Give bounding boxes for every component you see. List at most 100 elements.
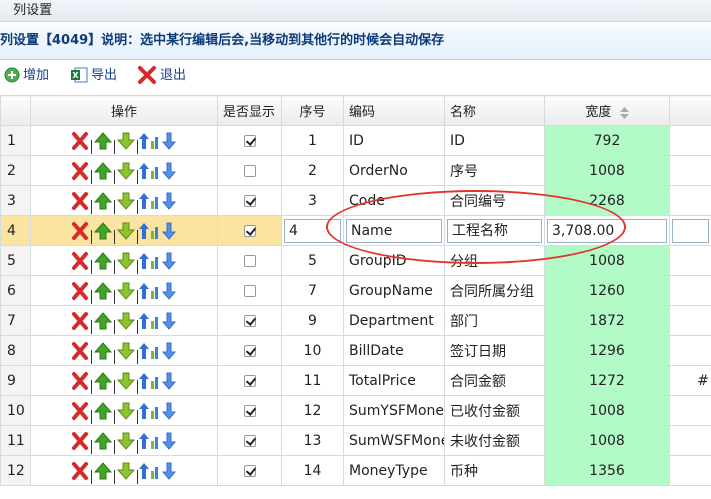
table-row[interactable]: 10 12 SumYSFMoney 已收付金额 1008 [0, 395, 711, 426]
move-down-icon[interactable] [116, 311, 136, 331]
width-cell[interactable]: 792 [544, 125, 670, 156]
table-row[interactable]: 4 4 Name 工程名称 3,708.00 [0, 215, 711, 246]
name-cell[interactable]: 工程名称 [444, 215, 545, 246]
exit-button[interactable]: 退出 [137, 62, 186, 90]
move-bottom-icon[interactable] [161, 401, 179, 421]
move-bottom-icon[interactable] [161, 311, 179, 331]
delete-icon[interactable] [70, 191, 90, 211]
header-seq[interactable]: 序号 [281, 95, 344, 126]
move-down-icon[interactable] [116, 251, 136, 271]
move-top-icon[interactable] [138, 311, 161, 331]
move-top-icon[interactable] [138, 431, 161, 451]
move-top-icon[interactable] [138, 161, 161, 181]
visible-cell[interactable] [217, 425, 282, 456]
name-cell[interactable]: 合同所属分组 [444, 275, 545, 306]
table-row[interactable]: 1 1 ID ID 792 [0, 125, 711, 156]
table-row[interactable]: 12 14 MoneyType 币种 1356 [0, 455, 711, 486]
move-up-icon[interactable] [93, 371, 113, 391]
visible-cell[interactable] [217, 305, 282, 336]
move-top-icon[interactable] [138, 251, 161, 271]
width-cell[interactable]: 1008 [544, 395, 670, 426]
name-cell[interactable]: 部门 [444, 305, 545, 336]
visible-checkbox[interactable] [243, 464, 256, 477]
move-top-icon[interactable] [138, 401, 161, 421]
name-cell[interactable]: 序号 [444, 155, 545, 186]
visible-cell[interactable] [217, 395, 282, 426]
move-up-icon[interactable] [93, 431, 113, 451]
header-visible[interactable]: 是否显示 [217, 95, 282, 126]
move-bottom-icon[interactable] [161, 251, 179, 271]
visible-checkbox[interactable] [243, 374, 256, 387]
move-bottom-icon[interactable] [161, 191, 179, 211]
name-cell[interactable]: 合同金额 [444, 365, 545, 396]
code-cell[interactable]: SumWSFMoney [343, 425, 445, 456]
move-top-icon[interactable] [138, 131, 161, 151]
visible-cell[interactable] [217, 275, 282, 306]
move-down-icon[interactable] [116, 431, 136, 451]
delete-icon[interactable] [70, 461, 90, 481]
table-row[interactable]: 3 3 Code 合同编号 2268 [0, 185, 711, 216]
move-top-icon[interactable] [138, 281, 161, 301]
visible-checkbox[interactable] [243, 344, 256, 357]
width-cell[interactable]: 1356 [544, 455, 670, 486]
name-input[interactable]: 工程名称 [447, 218, 542, 243]
width-cell[interactable]: 1272 [544, 365, 670, 396]
table-row[interactable]: 2 2 OrderNo 序号 1008 [0, 155, 711, 186]
seq-cell[interactable]: 13 [281, 425, 344, 456]
visible-checkbox[interactable] [243, 164, 256, 177]
move-down-icon[interactable] [116, 341, 136, 361]
code-cell[interactable]: MoneyType [343, 455, 445, 486]
code-cell[interactable]: ID [343, 125, 445, 156]
seq-cell[interactable]: 2 [281, 155, 344, 186]
move-down-icon[interactable] [116, 221, 136, 241]
move-bottom-icon[interactable] [161, 431, 179, 451]
move-down-icon[interactable] [116, 371, 136, 391]
visible-cell[interactable] [217, 245, 282, 276]
code-input[interactable]: Name [346, 218, 442, 243]
move-up-icon[interactable] [93, 191, 113, 211]
move-bottom-icon[interactable] [161, 221, 179, 241]
visible-cell[interactable] [217, 185, 282, 216]
move-up-icon[interactable] [93, 251, 113, 271]
move-top-icon[interactable] [138, 371, 161, 391]
seq-cell[interactable]: 7 [281, 275, 344, 306]
move-down-icon[interactable] [116, 161, 136, 181]
width-cell[interactable]: 1008 [544, 155, 670, 186]
name-cell[interactable]: 合同编号 [444, 185, 545, 216]
seq-cell[interactable]: 4 [281, 215, 344, 246]
move-top-icon[interactable] [138, 191, 161, 211]
move-top-icon[interactable] [138, 461, 161, 481]
seq-cell[interactable]: 3 [281, 185, 344, 216]
visible-checkbox[interactable] [243, 314, 256, 327]
name-cell[interactable]: ID [444, 125, 545, 156]
code-cell[interactable]: Code [343, 185, 445, 216]
visible-checkbox[interactable] [243, 134, 256, 147]
delete-icon[interactable] [70, 281, 90, 301]
move-down-icon[interactable] [116, 401, 136, 421]
delete-icon[interactable] [70, 341, 90, 361]
seq-cell[interactable]: 14 [281, 455, 344, 486]
add-button[interactable]: 增加 [4, 62, 49, 90]
delete-icon[interactable] [70, 161, 90, 181]
move-top-icon[interactable] [138, 221, 161, 241]
table-row[interactable]: 5 5 GroupID 分组 1008 [0, 245, 711, 276]
move-bottom-icon[interactable] [161, 371, 179, 391]
move-up-icon[interactable] [93, 401, 113, 421]
header-code[interactable]: 编码 [343, 95, 445, 126]
move-down-icon[interactable] [116, 191, 136, 211]
visible-cell[interactable] [217, 455, 282, 486]
name-cell[interactable]: 已收付金额 [444, 395, 545, 426]
table-row[interactable]: 11 13SumWSFMoney未收付金额1008 [0, 425, 711, 456]
header-width[interactable]: 宽度 [544, 95, 670, 126]
visible-cell[interactable] [217, 125, 282, 156]
width-input[interactable]: 3,708.00 [547, 218, 667, 243]
code-cell[interactable]: GroupName [343, 275, 445, 306]
move-bottom-icon[interactable] [161, 161, 179, 181]
code-cell[interactable]: GroupID [343, 245, 445, 276]
table-row[interactable]: 7 9 Department 部门 1872 [0, 305, 711, 336]
table-row[interactable]: 8 10 BillDate 签订日期 1296 [0, 335, 711, 366]
delete-icon[interactable] [70, 401, 90, 421]
width-cell[interactable]: 1260 [544, 275, 670, 306]
delete-icon[interactable] [70, 311, 90, 331]
seq-cell[interactable]: 9 [281, 305, 344, 336]
